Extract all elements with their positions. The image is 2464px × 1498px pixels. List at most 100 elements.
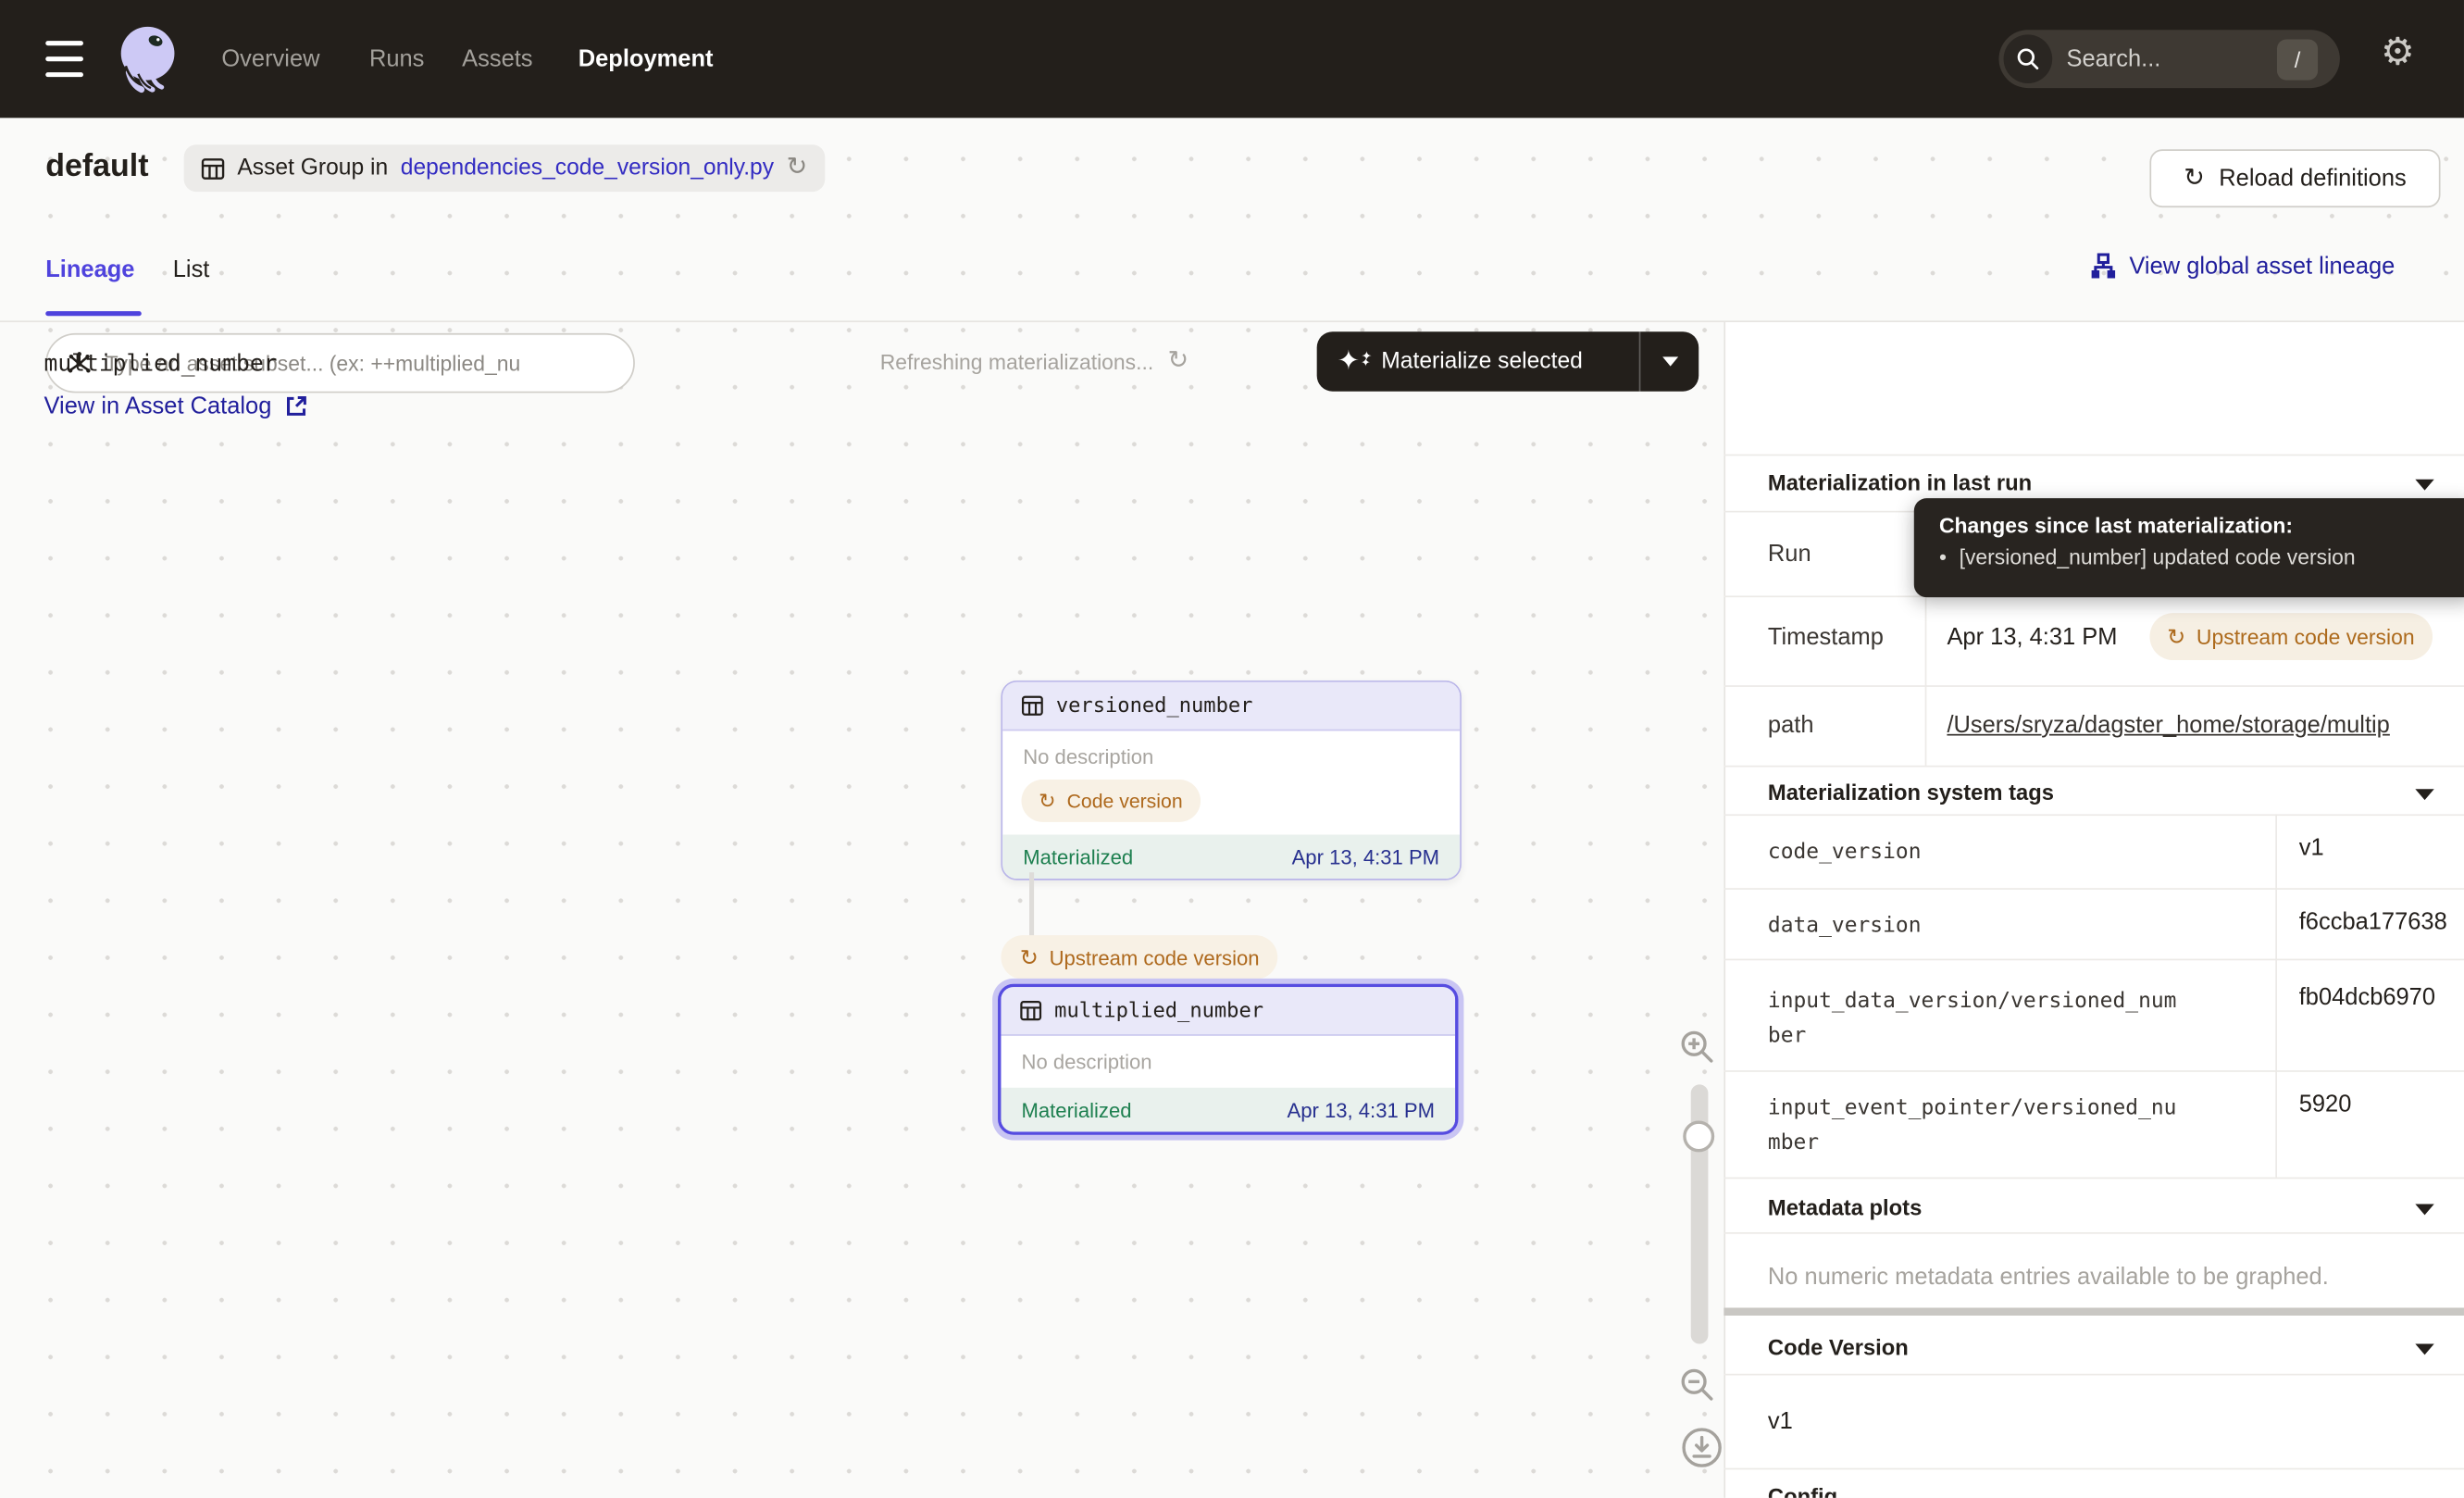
tab-lineage[interactable]: Lineage — [45, 256, 134, 283]
tooltip-title: Changes since last materialization: — [1939, 514, 2451, 537]
section-code-version: Code Version — [1768, 1334, 1909, 1359]
hamburger-menu-icon[interactable] — [45, 41, 83, 77]
panel-divider — [1724, 888, 2464, 890]
node-title: versioned_number — [1056, 694, 1253, 718]
lineage-edge — [1029, 872, 1034, 937]
code-version-chip-label: Code version — [1067, 790, 1183, 812]
upstream-code-version-badge: ↻ Upstream code version — [1001, 935, 1277, 980]
tag-key: code_version — [1768, 834, 2184, 868]
changes-tooltip: Changes since last materialization: • [v… — [1914, 498, 2464, 597]
panel-asset-name: multiplied_number — [44, 352, 278, 377]
external-link-icon — [284, 394, 307, 418]
code-version-icon: ↻ — [1039, 791, 1056, 811]
tag-key: input_data_version/versioned_number — [1768, 984, 2184, 1054]
edge-badge-label: Upstream code version — [1050, 945, 1260, 968]
global-search[interactable]: / — [1998, 30, 2339, 88]
materialize-dropdown-caret[interactable] — [1640, 356, 1699, 366]
collapse-chevron-icon[interactable] — [2415, 1204, 2433, 1215]
table-grid-icon — [1022, 694, 1044, 717]
refreshing-status: Refreshing materializations... ↻ — [880, 349, 1189, 374]
panel-divider — [1724, 685, 2464, 687]
tag-value: fb04dcb6970 — [2299, 984, 2435, 1011]
reload-definitions-button[interactable]: ↻ Reload definitions — [2149, 149, 2440, 207]
node-header: versioned_number — [1002, 682, 1460, 731]
section-system-tags: Materialization system tags — [1768, 780, 2054, 805]
top-navbar: Overview Runs Assets Deployment / ⚙ — [0, 0, 2464, 118]
reload-definitions-label: Reload definitions — [2219, 165, 2406, 192]
nav-item-assets[interactable]: Assets — [462, 45, 532, 72]
view-global-asset-lineage-link[interactable]: View global asset lineage — [2090, 253, 2395, 280]
materialized-status: Materialized — [1023, 845, 1133, 868]
run-row-label: Run — [1768, 541, 1811, 568]
section-metadata-plots: Metadata plots — [1768, 1194, 1922, 1219]
collapse-chevron-icon[interactable] — [2415, 789, 2433, 800]
code-version-chip[interactable]: ↻ Code version — [1022, 780, 1201, 822]
tag-value: v1 — [2299, 834, 2324, 861]
asset-group-badge: Asset Group in dependencies_code_version… — [184, 144, 825, 192]
node-description: No description — [1002, 730, 1460, 775]
asset-group-file-link[interactable]: dependencies_code_version_only.py — [401, 156, 774, 181]
catalog-link-label: View in Asset Catalog — [44, 393, 272, 419]
nav-item-deployment[interactable]: Deployment — [579, 45, 714, 72]
materialized-status: Materialized — [1022, 1098, 1132, 1121]
search-input[interactable] — [2066, 45, 2276, 72]
column-divider — [1925, 595, 1927, 765]
refresh-spinner-icon: ↻ — [1168, 349, 1189, 374]
active-tab-underline — [45, 311, 142, 316]
column-divider — [2275, 814, 2277, 1177]
section-thick-divider — [1724, 1307, 2464, 1315]
timestamp-row-label: Timestamp — [1768, 624, 1884, 651]
panel-divider — [1724, 959, 2464, 961]
timestamp-value: Apr 13, 4:31 PM — [1947, 624, 2117, 651]
code-version-icon: ↻ — [2167, 626, 2185, 648]
section-config: Config — [1768, 1484, 1837, 1498]
materialize-label: Materialize selected — [1381, 349, 1583, 374]
nav-item-runs[interactable]: Runs — [369, 45, 424, 72]
materialized-time: Apr 13, 4:31 PM — [1292, 845, 1440, 868]
download-image-icon[interactable] — [1682, 1428, 1723, 1468]
collapse-chevron-icon[interactable] — [2415, 480, 2433, 491]
refresh-icon[interactable]: ↻ — [787, 156, 808, 181]
global-lineage-label: View global asset lineage — [2129, 253, 2395, 280]
zoom-in-icon[interactable] — [1678, 1028, 1716, 1066]
asset-node-versioned-number[interactable]: versioned_number No description ↻ Code v… — [1001, 680, 1461, 880]
section-materialization-last-run: Materialization in last run — [1768, 470, 2032, 495]
asset-node-multiplied-number[interactable]: multiplied_number No description Materia… — [998, 984, 1458, 1135]
tag-key: input_event_pointer/versioned_number — [1768, 1091, 2184, 1160]
panel-divider — [1724, 455, 2464, 456]
node-header: multiplied_number — [1001, 987, 1455, 1036]
code-version-value: v1 — [1768, 1408, 1793, 1435]
zoom-out-icon[interactable] — [1678, 1366, 1716, 1404]
dagster-logo-icon[interactable] — [106, 19, 185, 97]
collapse-chevron-icon[interactable] — [2415, 1344, 2433, 1355]
panel-divider — [1724, 1232, 2464, 1234]
node-description: No description — [1001, 1036, 1455, 1088]
node-title: multiplied_number — [1054, 999, 1263, 1022]
panel-divider — [1724, 766, 2464, 768]
path-row-label: path — [1768, 712, 1814, 739]
tab-list[interactable]: List — [173, 256, 210, 283]
search-icon — [2004, 34, 2053, 83]
path-link[interactable]: /Users/sryza/dagster_home/storage/multip — [1947, 712, 2389, 739]
search-shortcut-badge: / — [2277, 39, 2318, 80]
metadata-plots-empty-text: No numeric metadata entries available to… — [1768, 1264, 2329, 1291]
table-grid-icon — [201, 156, 224, 180]
panel-divider — [1724, 1070, 2464, 1072]
node-footer: Materialized Apr 13, 4:31 PM — [1001, 1088, 1455, 1132]
settings-gear-icon[interactable]: ⚙ — [2381, 34, 2415, 72]
table-grid-icon — [1020, 1000, 1042, 1022]
materialize-selected-button[interactable]: ✦✦✦ Materialize selected — [1317, 331, 1699, 392]
tooltip-list-item: • [versioned_number] updated code versio… — [1939, 545, 2451, 568]
zoom-slider-thumb[interactable] — [1683, 1120, 1714, 1152]
lineage-graph-icon — [2090, 253, 2117, 280]
upstream-code-version-badge: ↻ Upstream code version — [2149, 613, 2432, 660]
materialized-time: Apr 13, 4:31 PM — [1287, 1098, 1435, 1121]
tag-key: data_version — [1768, 908, 2184, 942]
timestamp-badge-label: Upstream code version — [2196, 625, 2415, 648]
page-title: default — [45, 149, 148, 185]
tag-value: 5920 — [2299, 1091, 2352, 1117]
view-in-asset-catalog-link[interactable]: View in Asset Catalog — [44, 393, 308, 419]
nav-item-overview[interactable]: Overview — [221, 45, 319, 72]
dagster-app: Overview Runs Assets Deployment / ⚙ defa… — [0, 0, 2464, 1498]
panel-divider — [1724, 1468, 2464, 1470]
